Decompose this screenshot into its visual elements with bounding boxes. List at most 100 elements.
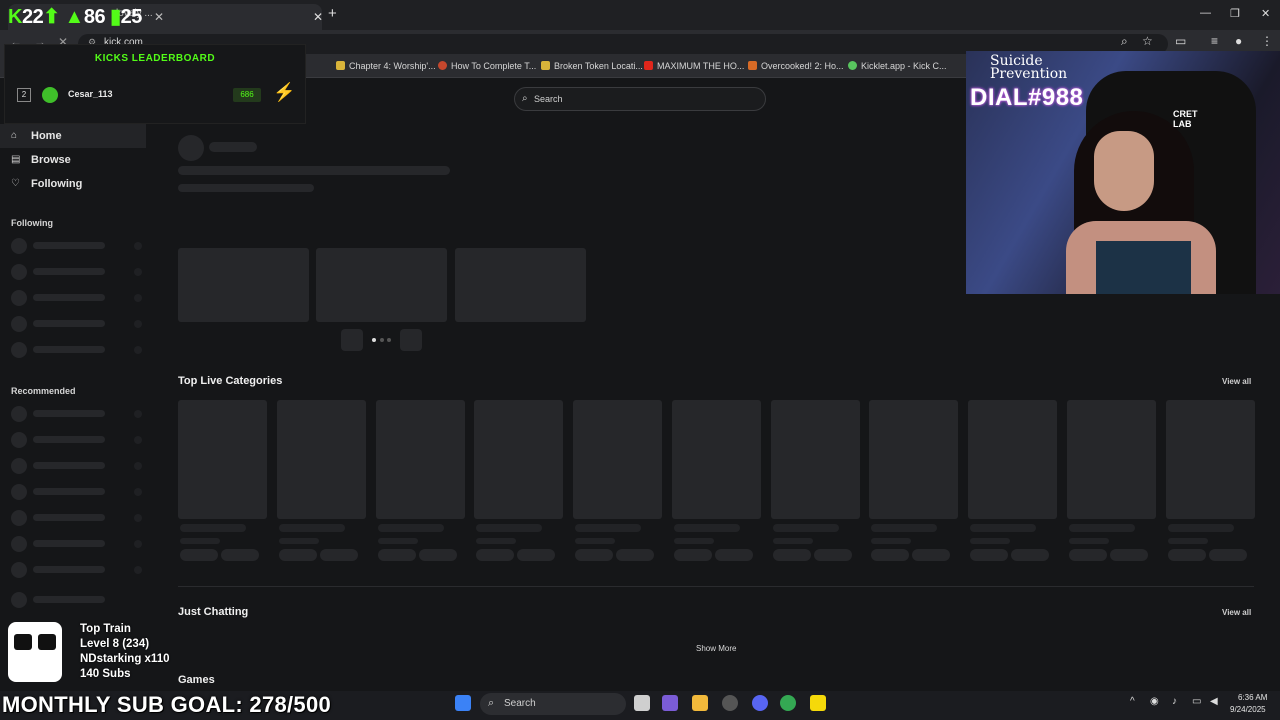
sidebar-item-home-bg[interactable] [0,124,146,148]
skeleton-category-card[interactable] [474,400,563,519]
skeleton-tag [575,549,613,561]
youtube-icon [644,61,653,70]
tab-search-icon[interactable]: ≡ [1211,34,1218,48]
show-more-button[interactable]: Show More [696,644,736,653]
skeleton-line [33,320,105,327]
skeleton-category-card[interactable] [376,400,465,519]
skeleton-tag [616,549,654,561]
skeleton-tag [221,549,259,561]
skeleton-category-card[interactable] [1067,400,1156,519]
bookmark-item[interactable]: MAXIMUM THE HO... [644,61,744,71]
carousel-dot[interactable] [387,338,391,342]
mic-icon[interactable]: ♪ [1172,696,1177,707]
copilot-icon[interactable] [662,695,678,711]
skeleton-avatar [11,510,27,526]
discord-icon[interactable] [752,695,768,711]
file-explorer-icon[interactable] [692,695,708,711]
skeleton-carousel-card[interactable] [316,248,447,322]
taskbar-time[interactable]: 6:36 AM [1238,693,1267,702]
skeleton-avatar [11,290,27,306]
bookmark-item[interactable]: Chapter 4: Worship'... [336,61,436,71]
bookmark-item[interactable]: Overcooked! 2: Ho... [748,61,844,71]
view-all-just-chatting-link[interactable]: View all [1222,608,1251,617]
bookmark-star-icon[interactable]: ☆ [1142,34,1153,48]
sidebar-item-following[interactable]: Following [31,178,82,190]
skeleton-dot [134,436,142,444]
minimize-icon[interactable]: — [1200,7,1211,19]
skeleton-line [33,488,105,495]
arrow-up-icon: ⬆ [43,6,60,28]
carousel-dot[interactable] [380,338,384,342]
recommended-header: Recommended [11,386,76,396]
skeleton-tag [419,549,457,561]
tab-close-icon[interactable]: ✕ [154,10,164,24]
skeleton-avatar [11,592,27,608]
view-all-categories-link[interactable]: View all [1222,377,1251,386]
skeleton-carousel-card[interactable] [455,248,586,322]
train-window-shape [14,634,32,650]
skeleton-tag [320,549,358,561]
sub-goal-overlay: MONTHLY SUB GOAL: 278/500 [2,692,332,717]
task-view-icon[interactable] [634,695,650,711]
skeleton-dot [134,514,142,522]
skeleton-category-card[interactable] [968,400,1057,519]
taskbar-search[interactable] [480,693,626,715]
bookmark-item[interactable]: How To Complete T... [438,61,536,71]
skeleton-avatar [11,432,27,448]
taskbar-search-label: Search [504,698,536,709]
skeleton-line [476,538,516,544]
network-icon[interactable]: ▭ [1192,696,1201,707]
start-icon[interactable] [455,695,471,711]
restore-icon[interactable]: ❐ [1230,7,1240,20]
volume-icon[interactable]: ◀ [1210,696,1218,707]
lightning-icon: ⚡ [273,82,296,102]
tray-expand-icon[interactable]: ^ [1130,696,1135,707]
skeleton-avatar [11,406,27,422]
browser-menu-icon[interactable]: ⋮ [1261,34,1273,48]
new-tab-button[interactable]: + [328,5,337,22]
obs-icon[interactable] [722,695,738,711]
skeleton-line [378,538,418,544]
skeleton-line [180,524,246,532]
face-shape [1094,131,1154,211]
train-user: NDstarking x110 [80,653,170,665]
train-subs: 140 Subs [80,668,131,680]
train-level: Level 8 (234) [80,638,150,650]
skeleton-carousel-card[interactable] [178,248,309,322]
sticky-notes-icon[interactable] [810,695,826,711]
skeleton-category-card[interactable] [277,400,366,519]
taskbar-date[interactable]: 9/24/2025 [1230,705,1266,714]
skeleton-category-card[interactable] [178,400,267,519]
close-window-icon[interactable]: ✕ [1261,7,1270,20]
bookmark-item[interactable]: Kicklet.app - Kick C... [848,61,947,71]
skeleton-line [33,566,105,573]
bookmark-favicon-icon [438,61,447,70]
cast-icon[interactable]: ▭ [1175,34,1186,48]
skeleton-category-card[interactable] [771,400,860,519]
zoom-icon[interactable]: ⌕ [1121,34,1128,49]
skeleton-line [33,242,105,249]
skeleton-tag [1168,549,1206,561]
follower-count: 86 [83,6,106,28]
skeleton-category-card[interactable] [869,400,958,519]
steam-icon[interactable]: ◉ [1150,696,1159,707]
skeleton-tag [1011,549,1049,561]
skeleton-line [871,538,911,544]
skeleton-category-card[interactable] [672,400,761,519]
skeleton-avatar [11,342,27,358]
chrome-icon[interactable] [780,695,796,711]
tab2-close-icon[interactable]: ✕ [313,10,323,24]
carousel-dot-active[interactable] [372,338,376,342]
skeleton-dot [134,320,142,328]
carousel-next-button[interactable] [400,329,422,351]
skeleton-dot [134,462,142,470]
home-icon: ⌂ [11,130,18,141]
sidebar-item-browse[interactable]: Browse [31,154,71,166]
screen: ✕ ✕ lovely ... + — ❐ ✕ ← → ✕ ⚙ kick.com … [0,0,1280,720]
skeleton-category-card[interactable] [573,400,662,519]
profile-avatar[interactable]: ● [1235,34,1242,48]
sidebar-item-home[interactable]: Home [31,130,62,142]
bookmark-item[interactable]: Broken Token Locati... [541,61,643,71]
skeleton-category-card[interactable] [1166,400,1255,519]
carousel-prev-button[interactable] [341,329,363,351]
